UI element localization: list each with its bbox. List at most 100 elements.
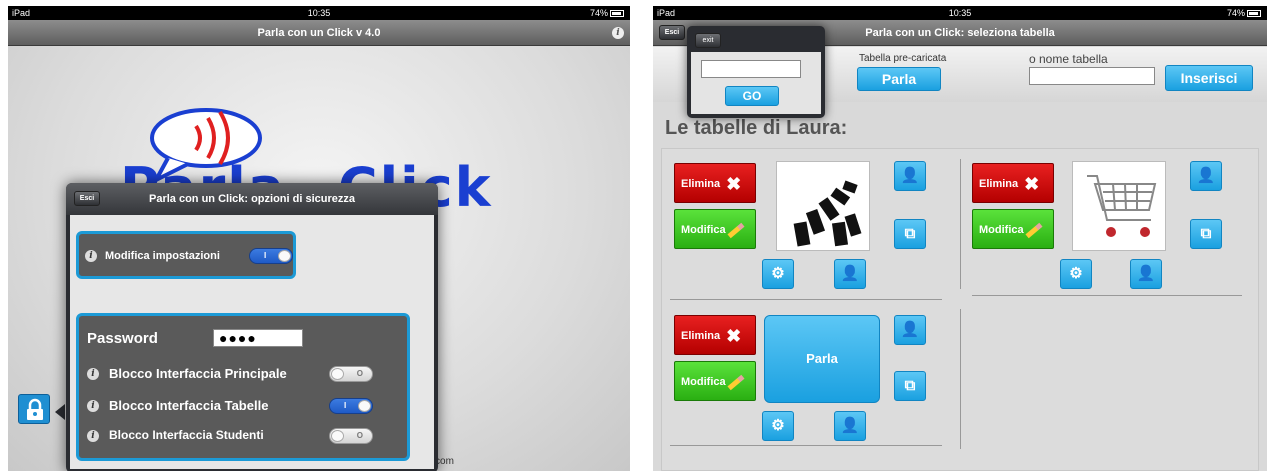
nav-bar: Parla con un Click v 4.0 i [8,20,630,46]
person-icon: 👤 [840,417,860,434]
student-icon: 👤 [900,167,920,184]
status-time: 10:35 [307,8,331,18]
insert-button[interactable]: Inserisci [1165,65,1253,91]
battery-percent: 74% [1226,8,1245,18]
delete-button[interactable]: Elimina ✖ [674,163,756,203]
divider [670,299,942,300]
copy-icon: ⧉ [904,225,916,242]
student-button[interactable]: 👤 [894,315,926,345]
pencil-icon [1025,222,1043,238]
person-icon: 👤 [840,265,860,282]
battery-percent: 74% [589,8,608,18]
section-title: Le tabelle di Laura: [665,117,848,139]
preloaded-label: Tabella pre-caricata [859,53,947,64]
copy-button[interactable]: ⧉ [1190,219,1222,249]
info-icon[interactable]: i [85,250,97,262]
table-parla-button[interactable]: Parla [764,315,880,403]
toggle-knob [358,400,371,412]
edit-button[interactable]: Modifica [674,361,756,401]
info-icon[interactable]: i [87,368,99,380]
toggle-principale[interactable]: O [329,366,373,382]
delete-label: Elimina [681,330,721,342]
esc-button[interactable]: Esci [659,25,685,40]
tables-grid: Elimina ✖ Modifica 👤 ⧉ ⚙ 👤 Elimina ✖ Modif… [661,148,1259,471]
esc-button[interactable]: Esci [74,191,100,206]
battery-icon [610,10,624,18]
pencil-icon [727,374,745,390]
divider [960,309,961,449]
screen-title: Parla con un Click: seleziona tabella [865,27,1055,39]
popover-title: Parla con un Click: opzioni di sicurezza [149,193,355,205]
security-options-popover: Esci Parla con un Click: opzioni di sicu… [66,183,438,471]
delete-button[interactable]: Elimina ✖ [674,315,756,355]
battery-icon [1247,10,1261,18]
student-view-button[interactable]: 👤 [834,411,866,441]
exit-button[interactable]: exit [695,33,721,48]
table-name-label: o nome tabella [1029,52,1108,66]
go-button[interactable]: GO [725,86,779,106]
toggle-mark: I [344,401,347,410]
delete-label: Elimina [979,178,1019,190]
popover-arrow [55,404,65,420]
pencil-icon [727,222,745,238]
status-bar: iPad 10:35 74% [8,6,630,20]
lock-icon [27,398,43,420]
student-icon: 👤 [900,321,920,338]
person-icon: 👤 [1136,265,1156,282]
toggle-label-tabelle: Blocco Interfaccia Tabelle [109,398,269,413]
dominoes-image [792,179,863,248]
toggle-knob [331,430,344,442]
battery-indicator: 74% [1227,6,1261,20]
exit-password-input[interactable] [701,60,801,78]
toggle-mark: O [356,369,363,378]
password-panel: Password ●●●● i Blocco Interfaccia Princ… [76,313,410,461]
copy-icon: ⧉ [904,377,916,394]
preloaded-parla-button[interactable]: Parla [857,67,941,91]
gear-icon: ⚙ [771,417,785,434]
table-name-input[interactable] [1029,67,1155,85]
table-thumbnail-cart[interactable] [1072,161,1166,251]
modifica-panel: i Modifica impostazioni I [76,231,296,279]
toggle-label-principale: Blocco Interfaccia Principale [109,366,287,381]
edit-label: Modifica [979,224,1024,236]
delete-button[interactable]: Elimina ✖ [972,163,1054,203]
settings-button[interactable]: ⚙ [762,259,794,289]
password-label: Password [87,330,158,347]
toggle-label-studenti: Blocco Interfaccia Studenti [109,428,264,442]
toggle-tabelle[interactable]: I [329,398,373,414]
edit-button[interactable]: Modifica [674,209,756,249]
edit-label: Modifica [681,376,726,388]
copy-button[interactable]: ⧉ [894,371,926,401]
info-icon[interactable]: i [87,430,99,442]
edit-button[interactable]: Modifica [972,209,1054,249]
copy-button[interactable]: ⧉ [894,219,926,249]
student-button[interactable]: 👤 [1190,161,1222,191]
student-view-button[interactable]: 👤 [1130,259,1162,289]
student-button[interactable]: 👤 [894,161,926,191]
gear-icon: ⚙ [1069,265,1083,282]
toggle-mark: O [356,431,363,440]
student-view-button[interactable]: 👤 [834,259,866,289]
password-field[interactable]: ●●●● [213,329,303,347]
settings-button[interactable]: ⚙ [1060,259,1092,289]
popover-header: Esci Parla con un Click: opzioni di sicu… [66,183,438,215]
lock-button[interactable] [18,394,50,424]
status-bar: iPad 10:35 74% [653,6,1267,20]
popover-body: i Modifica impostazioni I Password ●●●● … [70,215,434,469]
shopping-cart-image [1087,175,1157,237]
main-screen: iPad 10:35 74% Parla con un Click v 4.0 … [8,6,630,471]
settings-button[interactable]: ⚙ [762,411,794,441]
delete-label: Elimina [681,178,721,190]
toggle-studenti[interactable]: O [329,428,373,444]
divider [670,445,942,446]
modifica-toggle[interactable]: I [249,248,293,264]
divider [960,159,961,289]
toggle-knob [331,368,344,380]
copy-icon: ⧉ [1200,225,1212,242]
exit-popover-body: GO [691,52,821,114]
table-thumbnail-dominoes[interactable] [776,161,870,251]
delete-x-icon: ✖ [726,174,742,195]
info-icon[interactable]: i [87,400,99,412]
info-icon[interactable]: i [612,27,624,39]
edit-label: Modifica [681,224,726,236]
